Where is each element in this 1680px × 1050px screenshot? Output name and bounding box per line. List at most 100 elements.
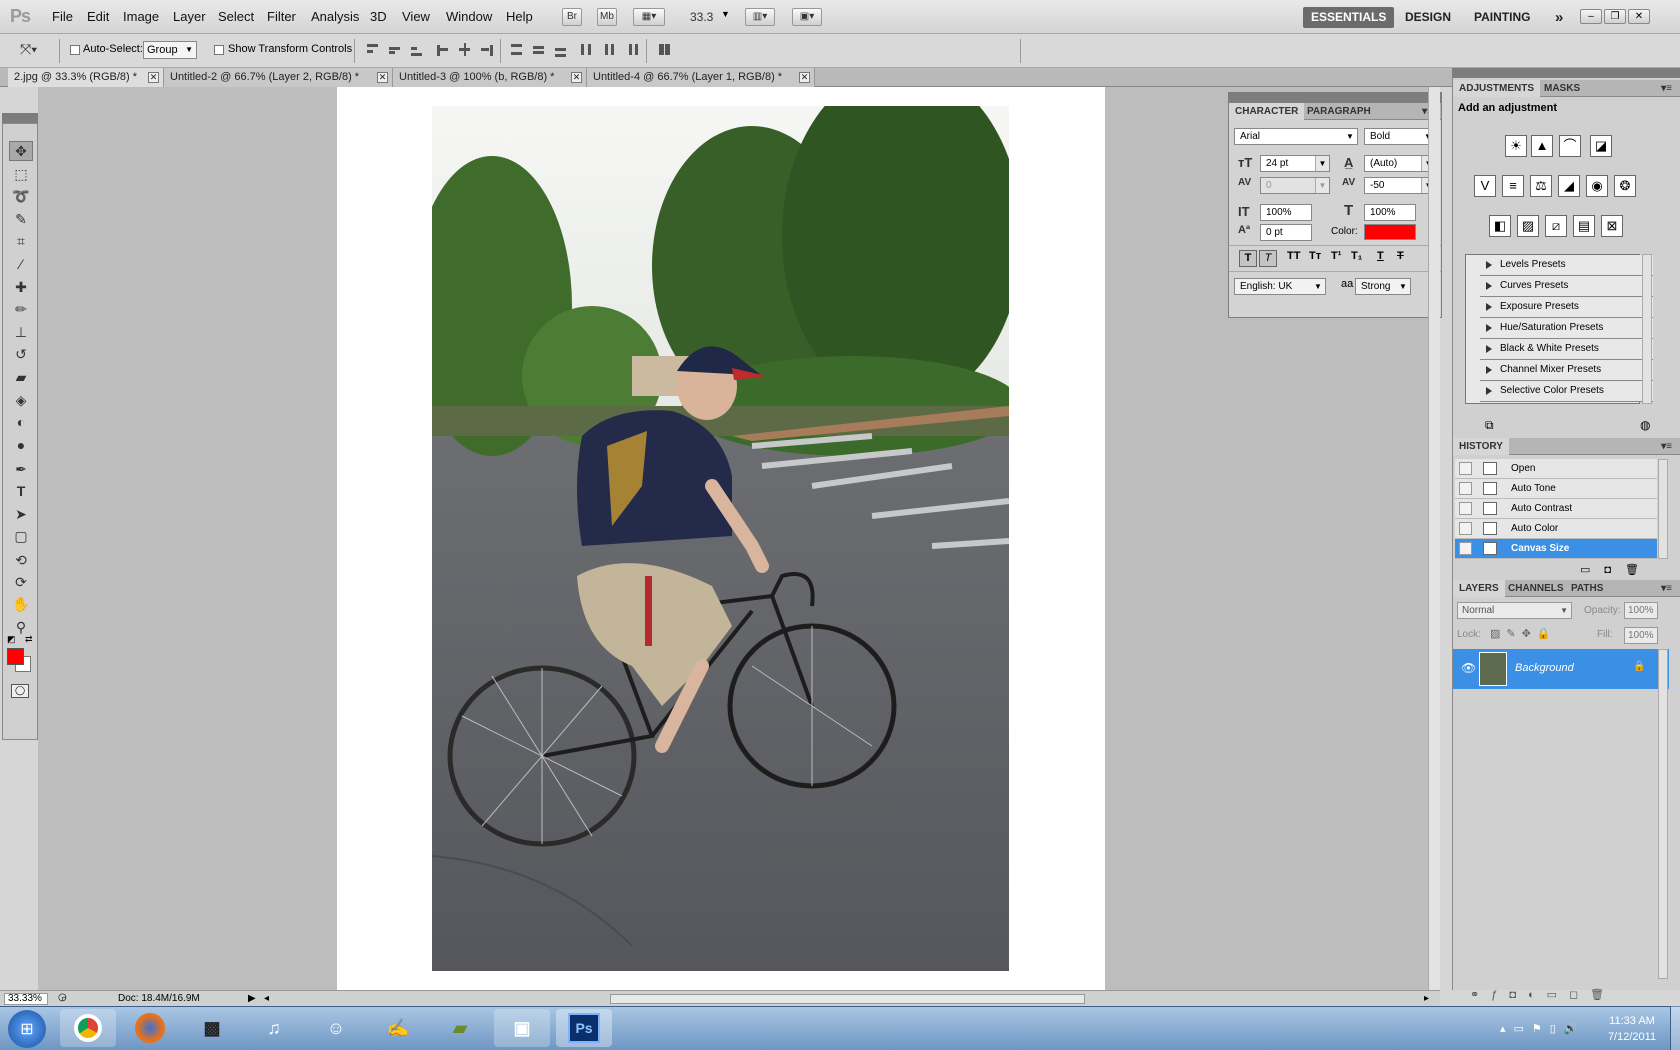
menu-file[interactable]: File	[52, 9, 73, 24]
align-top-icon[interactable]	[366, 42, 380, 56]
align-left-icon[interactable]	[436, 42, 450, 56]
close-icon[interactable]: ✕	[148, 72, 159, 83]
pen-tool-icon[interactable]: ✒	[9, 459, 33, 479]
curves-presets[interactable]: Curves Presets	[1480, 276, 1653, 297]
vertical-scale-input[interactable]: 100%	[1260, 204, 1312, 221]
exposure-presets[interactable]: Exposure Presets	[1480, 297, 1653, 318]
black-white-presets[interactable]: Black & White Presets	[1480, 339, 1653, 360]
superscript-button[interactable]: T¹	[1331, 250, 1341, 262]
posterize-icon[interactable]: ▨	[1517, 215, 1539, 237]
blur-tool-icon[interactable]: ◐	[9, 412, 33, 432]
layer-row-background[interactable]: 👁 Background 🔒	[1453, 649, 1669, 689]
hue-saturation-presets[interactable]: Hue/Saturation Presets	[1480, 318, 1653, 339]
tab-channels[interactable]: CHANNELS	[1502, 580, 1570, 597]
opacity-input[interactable]: 100%	[1624, 602, 1658, 619]
system-tray-icons[interactable]: ▴▭⚑▯🔊	[1500, 1022, 1586, 1035]
photoshop-taskbar-icon[interactable]: Ps	[556, 1009, 612, 1047]
small-caps-button[interactable]: Tт	[1309, 250, 1321, 262]
color-balance-icon[interactable]: ⚖	[1530, 175, 1552, 197]
clock-date[interactable]: 7/12/2011	[1602, 1031, 1662, 1043]
brush-tool-icon[interactable]: ✏	[9, 299, 33, 319]
dock-header[interactable]	[1452, 68, 1680, 78]
menu-help[interactable]: Help	[506, 9, 533, 24]
hand-tool-icon[interactable]: ✋	[9, 594, 33, 614]
tab-history[interactable]: HISTORY	[1453, 438, 1509, 455]
menu-analysis[interactable]: Analysis	[311, 9, 359, 24]
gradient-map-icon[interactable]: ▤	[1573, 215, 1595, 237]
menu-filter[interactable]: Filter	[267, 9, 296, 24]
type-tool-icon[interactable]: T	[9, 481, 33, 501]
mini-bridge-button[interactable]: Mb	[597, 8, 617, 26]
levels-presets[interactable]: Levels Presets	[1480, 255, 1653, 276]
zoom-dropdown-icon[interactable]: ▼	[721, 9, 730, 19]
align-right-icon[interactable]	[480, 42, 494, 56]
tab-adjustments[interactable]: ADJUSTMENTS	[1453, 80, 1541, 97]
app-taskbar-icon[interactable]: ▩	[184, 1009, 240, 1047]
screen-mode-button[interactable]: ▣▾	[792, 8, 822, 26]
underline-button[interactable]: T	[1377, 250, 1384, 262]
workspace-design[interactable]: DESIGN	[1397, 7, 1459, 28]
distribute-bottom-icon[interactable]	[554, 42, 568, 57]
menu-view[interactable]: View	[402, 9, 430, 24]
character-panel-header[interactable]	[1228, 92, 1442, 102]
healing-brush-tool-icon[interactable]: ✚	[9, 277, 33, 297]
font-style-select[interactable]: Bold▼	[1364, 128, 1436, 145]
chevron-down-icon[interactable]: ▼	[1315, 178, 1329, 193]
photo-cyclist[interactable]	[432, 106, 1009, 971]
faux-italic-button[interactable]: T	[1259, 250, 1277, 267]
zoom-field[interactable]: 33.33%	[4, 993, 48, 1005]
restore-icon[interactable]: ❐	[1604, 9, 1626, 24]
doc-tab-untitled-4[interactable]: Untitled-4 @ 66.7% (Layer 1, RGB/8) * ✕	[587, 68, 815, 87]
history-brush-tool-icon[interactable]: ↺	[9, 344, 33, 364]
history-footer-icons[interactable]: ▭◘🗑	[1580, 563, 1653, 576]
menu-3d[interactable]: 3D	[370, 9, 387, 24]
show-transform-checkbox[interactable]	[214, 45, 224, 55]
distribute-vcenter-icon[interactable]	[532, 42, 546, 56]
doc-tab-untitled-2[interactable]: Untitled-2 @ 66.7% (Layer 2, RGB/8) * ✕	[164, 68, 393, 87]
close-icon[interactable]: ✕	[799, 72, 810, 83]
horizontal-scrollbar-thumb[interactable]	[610, 994, 1085, 1004]
show-desktop-button[interactable]	[1670, 1006, 1680, 1050]
history-item-auto-tone[interactable]: Auto Tone	[1455, 479, 1657, 499]
panel-menu-icon[interactable]: ▾≡	[1655, 580, 1678, 597]
history-item-canvas-size[interactable]: Canvas Size	[1455, 539, 1657, 559]
horizontal-scale-input[interactable]: 100%	[1364, 204, 1416, 221]
quick-mask-icon[interactable]: ◯	[11, 684, 29, 698]
itunes-taskbar-icon[interactable]: ♫	[246, 1009, 302, 1047]
3d-rotate-tool-icon[interactable]: ⟲	[9, 550, 33, 570]
dodge-tool-icon[interactable]: ●	[9, 435, 33, 455]
3d-orbit-tool-icon[interactable]: ⟳	[9, 572, 33, 592]
tab-layers[interactable]: LAYERS	[1453, 580, 1505, 597]
bridge-button[interactable]: Br	[562, 8, 582, 26]
align-bottom-icon[interactable]	[410, 42, 424, 56]
subscript-button[interactable]: T₁	[1351, 250, 1362, 262]
sticky-notes-taskbar-icon[interactable]: ▰	[432, 1009, 488, 1047]
history-item-open[interactable]: Open	[1455, 459, 1657, 479]
distribute-top-icon[interactable]	[510, 42, 524, 56]
view-extras-button[interactable]: ▦▾	[633, 8, 665, 26]
leading-input[interactable]: (Auto)▼	[1364, 155, 1436, 172]
black-white-icon[interactable]: ◢	[1558, 175, 1580, 197]
selective-color-icon[interactable]: ⊠	[1601, 215, 1623, 237]
font-family-select[interactable]: Arial ▼	[1234, 128, 1358, 145]
doc-tab-untitled-3[interactable]: Untitled-3 @ 100% (b, RGB/8) * ✕	[393, 68, 587, 87]
history-checkbox[interactable]	[1459, 502, 1472, 515]
history-checkbox[interactable]	[1459, 542, 1472, 555]
auto-select-checkbox[interactable]	[70, 45, 80, 55]
lock-icons[interactable]: ▨✎✥🔒	[1490, 627, 1557, 640]
curves-icon[interactable]: ⌒	[1559, 135, 1581, 157]
close-icon[interactable]: ✕	[377, 72, 388, 83]
tab-paragraph[interactable]: PARAGRAPH	[1301, 103, 1377, 120]
tracking-input[interactable]: -50▼	[1364, 177, 1436, 194]
history-checkbox[interactable]	[1459, 522, 1472, 535]
history-checkbox[interactable]	[1459, 462, 1472, 475]
levels-icon[interactable]: ▲	[1531, 135, 1553, 157]
menu-window[interactable]: Window	[446, 9, 492, 24]
messenger-taskbar-icon[interactable]: ☺	[308, 1009, 364, 1047]
shape-tool-icon[interactable]: ▢	[9, 526, 33, 546]
swap-colors-icon[interactable]: ⇄	[25, 634, 33, 645]
move-tool-icon[interactable]: ✥	[9, 141, 33, 161]
layers-footer-icons[interactable]: ⚭ƒ◘◐▭◻🗑	[1470, 988, 1616, 1001]
chevron-down-icon[interactable]: ▼	[1315, 156, 1329, 171]
status-menu-arrow-icon[interactable]: ▶	[248, 993, 256, 1004]
